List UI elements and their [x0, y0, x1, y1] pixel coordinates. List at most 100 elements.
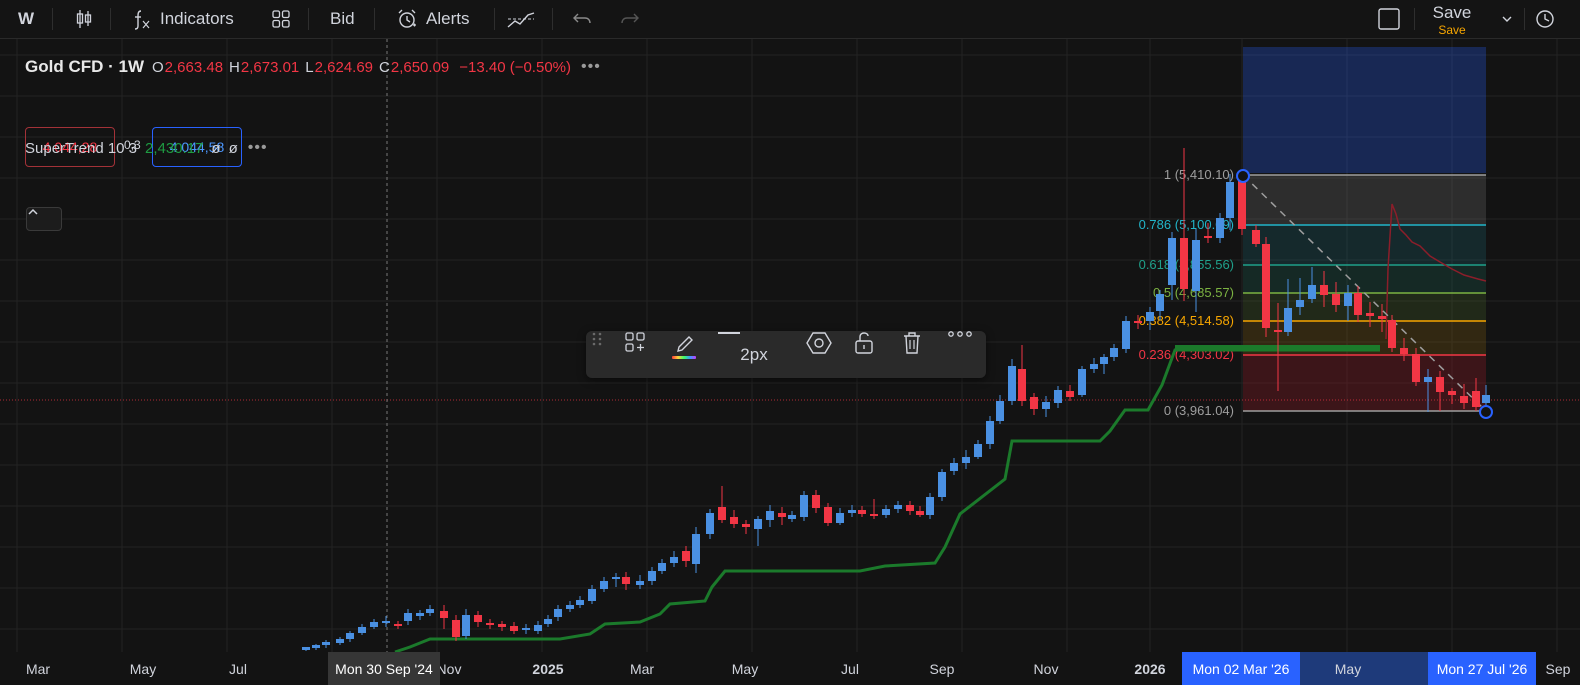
line-width-button[interactable]: 2px — [718, 331, 790, 378]
candle-body — [1078, 369, 1086, 395]
candle-body — [778, 513, 786, 517]
candle-body — [870, 514, 878, 516]
chevron-up-icon — [28, 208, 38, 215]
fib-zone-618 — [1243, 265, 1486, 293]
fib-zone-5 — [1243, 293, 1486, 321]
supertrend-na-2: ø — [228, 139, 238, 157]
bid-button[interactable]: Bid — [330, 0, 355, 38]
drag-handle[interactable] — [592, 331, 610, 378]
candle-body — [648, 571, 656, 581]
candle-body — [534, 625, 542, 631]
supertrend-value: 2,430.17 — [145, 139, 204, 157]
candle-body — [1042, 402, 1050, 409]
time-axis[interactable]: Mar May Jul Nov 2025 Mar May Jul Sep Nov… — [0, 652, 1580, 685]
candle-body — [612, 577, 620, 579]
supertrend-legend[interactable]: SuperTrend 10 3 2,430.17 ø ø ••• — [25, 139, 268, 157]
candle-body — [836, 513, 844, 523]
symbol-short-label: W — [18, 9, 35, 28]
candle-body — [544, 619, 552, 624]
symbol-legend: Gold CFD · 1W O 2,663.48 H 2,673.01 L 2,… — [25, 57, 601, 77]
candle-body — [916, 511, 924, 515]
candle-body — [926, 497, 934, 515]
fib-retracement[interactable]: 1 (5,410.10)0.786 (5,100.09)0.618 (4,855… — [1139, 47, 1486, 418]
lock-button[interactable] — [854, 331, 882, 378]
symbol-title[interactable]: Gold CFD · 1W — [25, 57, 144, 77]
divider — [494, 8, 495, 30]
candle-body — [1168, 238, 1176, 285]
candle-body — [882, 509, 890, 515]
fib-level-label: 1 (5,410.10) — [1164, 167, 1234, 182]
alerts-button[interactable]: Alerts — [396, 0, 469, 38]
time-button[interactable] — [1534, 0, 1556, 38]
divider — [1524, 8, 1525, 30]
candle-body — [358, 627, 366, 633]
candle-body — [312, 645, 320, 648]
candle-body — [906, 505, 914, 511]
unlock-icon — [855, 332, 873, 354]
fib-anchor-top[interactable] — [1236, 169, 1250, 183]
candle-body — [1460, 396, 1468, 403]
supertrend-na-1: ø — [211, 139, 221, 157]
redo-button[interactable] — [620, 0, 640, 38]
chart-type-button[interactable] — [74, 0, 94, 38]
symbol-button[interactable]: W — [18, 0, 34, 38]
candle-body — [682, 551, 690, 561]
candle-body — [600, 581, 608, 589]
candle-body — [1252, 230, 1260, 244]
open-key: O — [151, 58, 164, 76]
legend-more-icon[interactable]: ••• — [581, 58, 601, 76]
candle-body — [1308, 285, 1316, 299]
candle-body — [382, 621, 390, 623]
chevron-down-icon — [1502, 16, 1512, 22]
candle-body — [1090, 364, 1098, 369]
candle-body — [788, 515, 796, 519]
replay-button[interactable] — [506, 0, 536, 38]
candle-body — [658, 563, 666, 571]
alert-clock-icon — [398, 9, 416, 28]
add-to-template-icon — [625, 332, 645, 352]
save-button[interactable]: Save Save — [1424, 3, 1480, 37]
fib-anchor-bottom[interactable] — [1479, 405, 1493, 419]
time-tick: Sep — [929, 661, 955, 677]
chart-area[interactable]: 1 (5,410.10) 0.786 (5,100.09) 0.618 (4,855… — [0, 39, 1580, 685]
range-end-date-label: Mon 27 Jul '26 — [1428, 652, 1536, 685]
candle-body — [1216, 218, 1224, 238]
drawing-toolbar: 2px — [586, 331, 986, 378]
candle-body — [1424, 377, 1432, 382]
candle-body — [1284, 308, 1292, 332]
candle-body — [452, 620, 460, 637]
undo-button[interactable] — [572, 0, 592, 38]
undo-icon — [573, 13, 591, 24]
time-tick: Jul — [841, 661, 859, 677]
crosshair-date-label: Mon 30 Sep '24 — [328, 652, 440, 685]
settings-hexagon-icon — [806, 332, 832, 354]
candle-body — [742, 524, 750, 527]
candle-body — [1472, 391, 1480, 407]
save-options-button[interactable] — [1500, 0, 1514, 38]
collapse-legend-button[interactable] — [26, 207, 62, 231]
candle-body — [858, 510, 866, 514]
candle-body — [474, 615, 482, 622]
layout-button[interactable] — [271, 0, 291, 38]
supertrend-name: SuperTrend 10 3 — [25, 139, 138, 157]
line-color-button[interactable] — [670, 331, 702, 378]
delete-button[interactable] — [902, 331, 930, 378]
more-options-button[interactable] — [948, 331, 978, 378]
supertrend-more-icon[interactable]: ••• — [248, 139, 268, 157]
candle-body — [670, 557, 678, 563]
candle-body — [1146, 312, 1154, 321]
indicators-button[interactable]: Indicators — [132, 0, 234, 38]
fib-zone-top — [1243, 175, 1486, 225]
candle-body — [754, 519, 762, 529]
candle-body — [554, 609, 562, 617]
divider — [110, 8, 111, 30]
fullscreen-button[interactable] — [1377, 0, 1401, 38]
redo-icon — [621, 13, 639, 24]
candle-body — [848, 510, 856, 513]
candle-body — [336, 639, 344, 643]
settings-button[interactable] — [806, 331, 838, 378]
add-template-button[interactable] — [624, 331, 654, 378]
date-range-highlight — [1243, 47, 1486, 173]
more-icon — [948, 331, 972, 337]
replay-icon — [507, 12, 535, 28]
